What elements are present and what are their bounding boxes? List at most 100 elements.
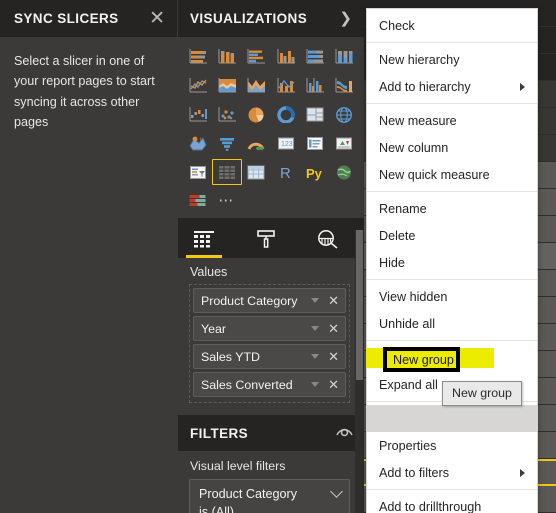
- visual-type-stacked-bar-chart-icon[interactable]: [183, 43, 212, 69]
- remove-field-icon[interactable]: ✕: [328, 378, 339, 391]
- visual-type-clustered-bar-chart-icon[interactable]: [242, 43, 271, 69]
- visual-type-map-icon[interactable]: [330, 101, 359, 127]
- visual-type-scatter-chart-icon[interactable]: [212, 101, 241, 127]
- visualizations-scrollbar[interactable]: [355, 230, 364, 513]
- field-pill-label: Sales YTD: [201, 349, 260, 364]
- visual-type-waterfall-chart-icon[interactable]: [183, 101, 212, 127]
- area-chart-icon: [218, 77, 236, 92]
- menu-item-collapse-all[interactable]: Collapse all: [367, 344, 537, 371]
- visual-type-stacked-area-chart-icon[interactable]: [242, 72, 271, 98]
- visualizations-pane: VISUALIZATIONS ❯ ! 123 R Py ⋯ Values Pro…: [178, 0, 364, 513]
- visual-type-pie-chart-icon[interactable]: [242, 101, 271, 127]
- value-field-pill[interactable]: Sales YTD ✕: [193, 344, 346, 369]
- visual-type-line-and-stacked-column-chart-icon[interactable]: [271, 72, 300, 98]
- fields-tab[interactable]: [184, 220, 224, 258]
- eye-icon[interactable]: [336, 424, 353, 442]
- more-options-ellipsis-icon[interactable]: ⋯: [218, 193, 236, 208]
- visual-type-line-and-clustered-column-chart-icon[interactable]: [300, 72, 329, 98]
- visual-type-100-percent-stacked-column-chart-icon[interactable]: [330, 43, 359, 69]
- visual-type-more-options-ellipsis[interactable]: ⋯: [212, 188, 241, 214]
- filters-title: FILTERS: [190, 425, 249, 441]
- line-and-stacked-column-chart-icon: [277, 77, 295, 92]
- value-field-pill[interactable]: Product Category ✕: [193, 288, 346, 313]
- visual-type-treemap-icon[interactable]: [300, 101, 329, 127]
- visual-type-python-visual-icon[interactable]: Py: [300, 159, 329, 185]
- slicer-icon: [189, 165, 206, 179]
- format-tab[interactable]: [246, 220, 286, 258]
- menu-item-check[interactable]: Check: [367, 12, 537, 39]
- menu-item-label: Add to filters: [379, 465, 449, 480]
- visual-type-filled-map-icon[interactable]: !: [183, 130, 212, 156]
- menu-item-delete[interactable]: Delete: [367, 222, 537, 249]
- visual-type-clustered-column-chart-icon[interactable]: [271, 43, 300, 69]
- menu-separator: [367, 42, 537, 43]
- remove-field-icon[interactable]: ✕: [328, 294, 339, 307]
- visual-type-kpi-icon[interactable]: [330, 130, 359, 156]
- menu-item-new-group[interactable]: [367, 405, 537, 432]
- visual-type-r-script-visual-icon[interactable]: R: [271, 159, 300, 185]
- visual-type-gauge-icon[interactable]: [242, 130, 271, 156]
- chevron-down-icon[interactable]: [311, 382, 320, 387]
- visual-type-ribbon-chart-icon[interactable]: [330, 72, 359, 98]
- clustered-column-chart-icon: [277, 48, 295, 63]
- menu-separator: [367, 489, 537, 490]
- visual-type-slicer-icon[interactable]: [183, 159, 212, 185]
- arcgis-maps-icon: [337, 165, 352, 179]
- visual-type-area-chart-icon[interactable]: [212, 72, 241, 98]
- format-tab-underline: [248, 255, 284, 258]
- visualizations-title: VISUALIZATIONS: [190, 11, 308, 26]
- menu-item-new-measure[interactable]: New measure: [367, 107, 537, 134]
- menu-item-hide[interactable]: Hide: [367, 249, 537, 276]
- chevron-right-icon[interactable]: ❯: [339, 11, 352, 26]
- menu-item-new-quick-measure[interactable]: New quick measure: [367, 161, 537, 188]
- menu-item-label: Add to drillthrough: [379, 499, 482, 513]
- menu-item-view-hidden[interactable]: View hidden: [367, 283, 537, 310]
- chevron-down-icon[interactable]: [311, 354, 320, 359]
- visual-type-multi-row-card-icon[interactable]: [300, 130, 329, 156]
- chevron-down-icon[interactable]: [330, 485, 343, 498]
- filter-card-list: Product Categoryis (All)Sales Converted: [178, 479, 364, 513]
- menu-item-rename[interactable]: Rename: [367, 195, 537, 222]
- visual-pane-tabs: [178, 218, 364, 258]
- remove-field-icon[interactable]: ✕: [328, 322, 339, 335]
- filters-header: FILTERS: [178, 415, 364, 451]
- menu-item-unhide-all[interactable]: Unhide all: [367, 310, 537, 337]
- filter-card[interactable]: Product Category is (All): [189, 479, 350, 513]
- get-more-visuals-icon: [189, 194, 206, 206]
- remove-field-icon[interactable]: ✕: [328, 350, 339, 363]
- menu-item-label: New column: [379, 140, 449, 155]
- visual-type-stacked-column-chart-icon[interactable]: [212, 43, 241, 69]
- sync-slicers-title: SYNC SLICERS: [14, 11, 119, 26]
- 100-percent-stacked-column-chart-icon: [335, 48, 354, 63]
- visual-type-donut-chart-icon[interactable]: [271, 101, 300, 127]
- menu-item-add-to-filters[interactable]: Add to filters: [367, 459, 537, 486]
- value-field-pill[interactable]: Year ✕: [193, 316, 346, 341]
- menu-item-label: New measure: [379, 113, 457, 128]
- visual-type-card-icon[interactable]: 123: [271, 130, 300, 156]
- visual-type-funnel-icon[interactable]: [212, 130, 241, 156]
- visual-type-get-more-visuals-icon[interactable]: [183, 188, 212, 214]
- kpi-icon: [336, 137, 353, 149]
- menu-item-properties[interactable]: Properties: [367, 432, 537, 459]
- scrollbar-thumb[interactable]: [356, 230, 363, 380]
- values-section-label: Values: [190, 265, 228, 279]
- visual-type-100-percent-stacked-bar-chart-icon[interactable]: [300, 43, 329, 69]
- chevron-down-icon[interactable]: [311, 326, 320, 331]
- visual-type-arcgis-maps-icon[interactable]: [330, 159, 359, 185]
- menu-item-add-to-drillthrough[interactable]: Add to drillthrough: [367, 493, 537, 513]
- matrix-icon: [247, 165, 265, 179]
- menu-item-new-column[interactable]: New column: [367, 134, 537, 161]
- chevron-down-icon[interactable]: [311, 298, 320, 303]
- value-field-pill[interactable]: Sales Converted ✕: [193, 372, 346, 397]
- visual-type-line-chart-icon[interactable]: [183, 72, 212, 98]
- field-pill-label: Year: [201, 321, 227, 336]
- field-context-menu: Check New hierarchy Add to hierarchy New me…: [366, 8, 538, 513]
- analytics-tab[interactable]: [308, 220, 348, 258]
- visual-type-matrix-icon[interactable]: [242, 159, 271, 185]
- visual-type-table-icon[interactable]: [212, 159, 242, 185]
- scatter-chart-icon: [218, 106, 236, 121]
- menu-item-add-to-hierarchy[interactable]: Add to hierarchy: [367, 73, 537, 100]
- menu-item-new-hierarchy[interactable]: New hierarchy: [367, 46, 537, 73]
- menu-item-label: Add to hierarchy: [379, 79, 471, 94]
- close-icon[interactable]: ✕: [149, 9, 165, 28]
